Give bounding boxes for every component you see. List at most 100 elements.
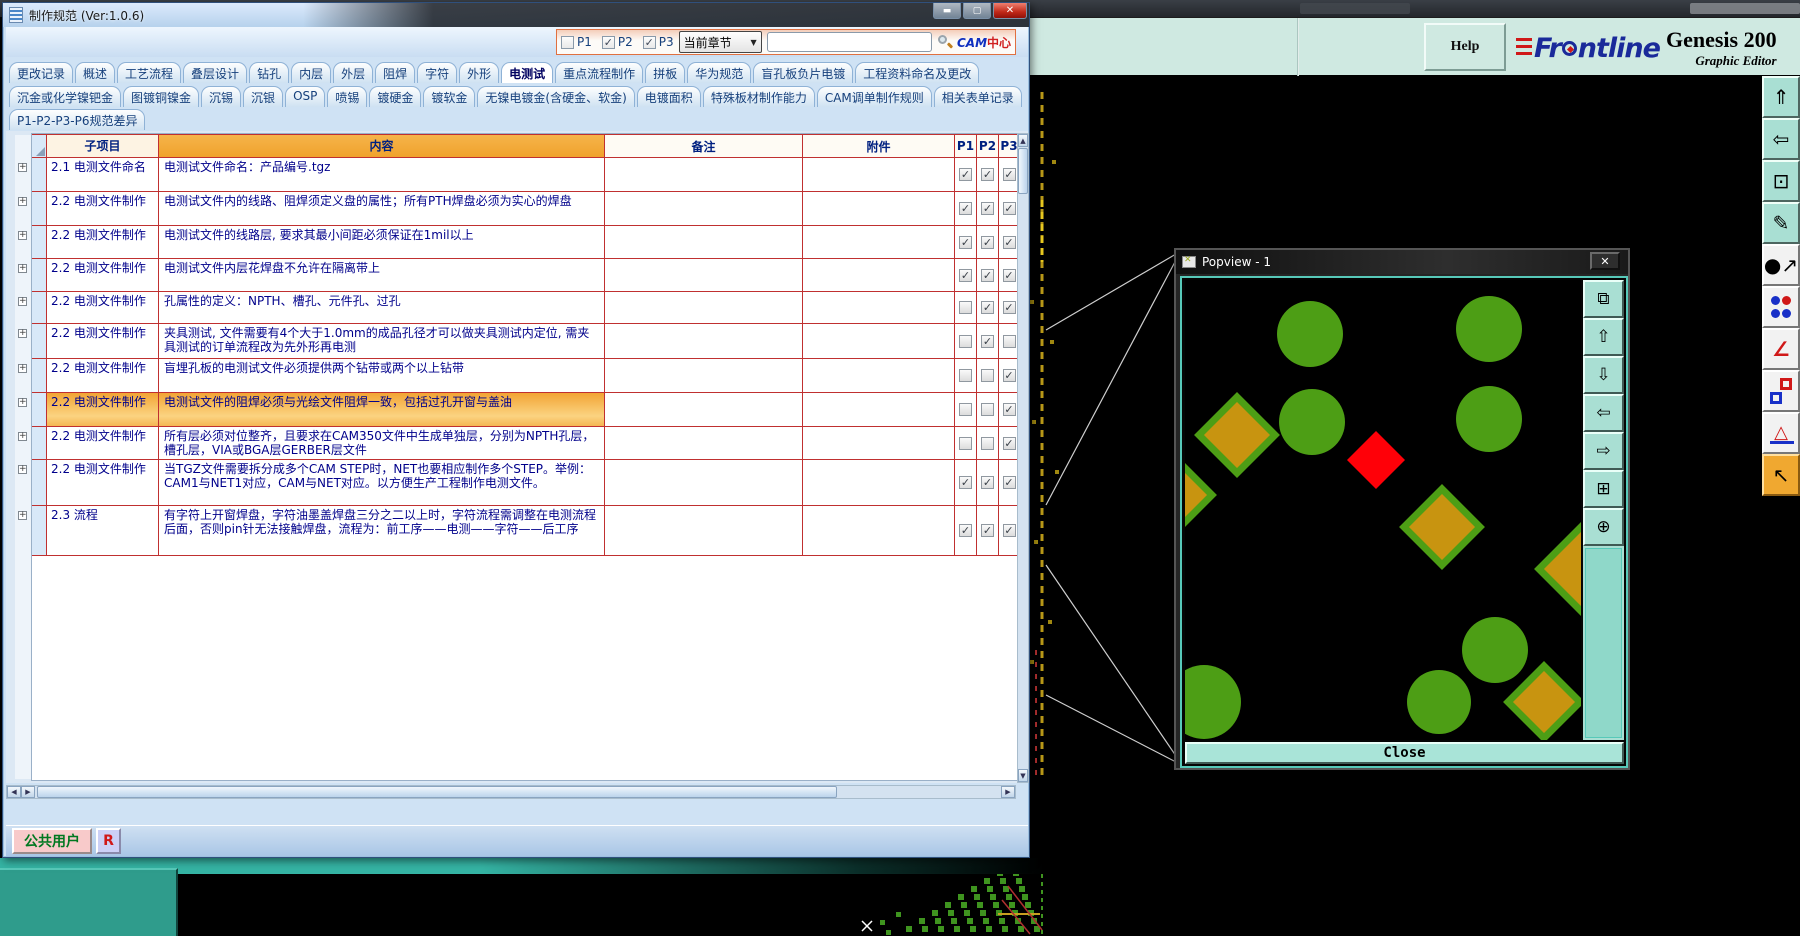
tab-P1-P2-P3-P6规范差异[interactable]: P1-P2-P3-P6规范差异 [9,109,146,130]
p3-checkbox[interactable]: ✓ [1002,369,1016,382]
zoom-expand-icon[interactable]: ⊕ [1583,508,1624,546]
p2-checkbox[interactable]: ✓ [981,334,994,348]
p1-checkbox[interactable] [561,35,574,49]
p3-checkbox[interactable]: ✓ [1002,476,1016,489]
tab-图镀铜镍金[interactable]: 图镀铜镍金 [123,86,200,107]
tree-expand-icon[interactable]: + [18,329,27,338]
scroll-down-icon[interactable]: ▼ [1018,769,1028,782]
select-cursor-icon[interactable]: ↖ [1762,454,1800,496]
p2-checkbox[interactable]: ✓ [981,476,994,489]
table-row[interactable]: 2.2 电测文件制作 孔属性的定义：NPTH、槽孔、元件孔、过孔 ✓ ✓ [32,292,1018,324]
minimize-button[interactable]: ▬ [933,3,961,19]
tree-expand-icon[interactable]: + [18,364,27,373]
tab-字符[interactable]: 字符 [417,62,458,83]
tab-沉金或化学镍钯金[interactable]: 沉金或化学镍钯金 [9,86,122,107]
p2-checkbox[interactable]: ✓ [981,235,994,249]
move-copy-icon[interactable]: ●↗ [1762,244,1800,286]
tab-特殊板材制作能力[interactable]: 特殊板材制作能力 [702,86,815,107]
zoom-fit-icon[interactable]: ⊞ [1583,470,1624,508]
public-user-button[interactable]: 公共用户 [12,828,92,854]
p3-checkbox[interactable]: ✓ [1002,436,1016,450]
p2-checkbox[interactable]: ✓ [981,268,994,282]
p2-checkbox[interactable]: ✓ [981,202,994,215]
table-row[interactable]: 2.2 电测文件制作 当TGZ文件需要拆分成多个CAM STEP时，NET也要相应… [32,460,1018,506]
p2-checkbox[interactable] [981,436,994,450]
vscroll-thumb[interactable] [1018,148,1028,194]
netlist-icon[interactable] [1762,286,1800,328]
p2-checkbox[interactable] [981,403,994,416]
search-icon[interactable] [937,34,953,50]
tree-expand-icon[interactable]: + [18,432,27,441]
tree-expand-icon[interactable]: + [18,163,27,172]
p1-checkbox[interactable]: ✓ [959,235,972,249]
tab-OSP[interactable]: OSP [285,86,326,107]
table-row[interactable]: 2.3 流程 有字符上开窗焊盘，字符油墨盖焊盘三分之二以上时，字符流程需调整在电测… [32,506,1018,556]
import-icon[interactable]: ⇦ [1762,118,1800,160]
tree-expand-icon[interactable]: + [18,231,27,240]
p1-checkbox[interactable] [959,301,972,314]
tab-电镀面积[interactable]: 电镀面积 [636,86,701,107]
paste-icon[interactable]: ⇑ [1762,76,1800,118]
search-input[interactable] [766,32,932,52]
popview-close-button[interactable]: Close [1185,742,1624,764]
p3-checkbox[interactable]: ✓ [1002,268,1016,282]
table-row[interactable]: 2.2 电测文件制作 夹具测试, 文件需要有4个大于1.0mm的成品孔径才可以做夹… [32,324,1018,359]
p1-checkbox[interactable]: ✓ [959,202,972,215]
p3-checkbox[interactable]: ✓ [1002,403,1016,416]
tree-expand-icon[interactable]: + [18,264,27,273]
tab-工艺流程[interactable]: 工艺流程 [117,62,182,83]
measure-icon[interactable]: ∠ [1762,328,1800,370]
snap-icon[interactable] [1762,370,1800,412]
tab-概述[interactable]: 概述 [75,62,116,83]
tab-电测试[interactable]: 电测试 [501,62,554,83]
tab-内层[interactable]: 内层 [291,62,332,83]
tab-相关表单记录[interactable]: 相关表单记录 [933,86,1022,107]
close-button[interactable]: ✕ [993,3,1027,19]
p3-checkbox[interactable]: ✓ [642,35,656,49]
tab-拼板[interactable]: 拼板 [645,62,686,83]
scroll-right-icon[interactable]: ▶ [1001,786,1015,798]
tab-重点流程制作[interactable]: 重点流程制作 [555,62,644,83]
p1-checkbox[interactable] [959,369,972,382]
maximize-button[interactable]: ▢ [963,3,991,19]
scroll-up-icon[interactable]: ▲ [1018,134,1028,147]
tab-外层[interactable]: 外层 [333,62,374,83]
help-button[interactable]: Help [1424,23,1506,71]
table-row[interactable]: 2.2 电测文件制作 盲埋孔板的电测试文件必须提供两个钻带或两个以上钻带 ✓ [32,359,1018,393]
vertical-scrollbar[interactable]: ▲ ▼ [1017,133,1029,783]
popview-canvas[interactable] [1185,280,1581,740]
r-button[interactable]: R [96,828,121,854]
tree-expand-icon[interactable]: + [18,297,27,306]
p1-checkbox[interactable] [959,436,972,450]
p1-checkbox[interactable] [959,334,972,348]
p1-checkbox[interactable]: ✓ [959,524,972,537]
tab-钻孔[interactable]: 钻孔 [249,62,290,83]
p3-checkbox[interactable]: ✓ [1002,235,1016,249]
pan-down-icon[interactable]: ⇩ [1583,356,1624,394]
tools-icon[interactable]: ✎ [1762,202,1800,244]
spec-titlebar[interactable]: 制作规范 (Ver:1.0.6) ▬ ▢ ✕ [3,3,1029,27]
p1-checkbox[interactable]: ✓ [959,268,972,282]
highlight-icon[interactable]: △ [1762,412,1800,454]
tree-expand-icon[interactable]: + [18,511,27,520]
tab-镀软金[interactable]: 镀软金 [423,86,476,107]
tab-外形[interactable]: 外形 [459,62,500,83]
table-row[interactable]: 2.2 电测文件制作 电测试文件内的线路、阻焊须定义盘的属性；所有PTH焊盘必须为… [32,192,1018,226]
p2-checkbox[interactable] [981,369,994,382]
popview-close-x-button[interactable]: ✕ [1590,252,1620,270]
tab-CAM调单制作规则[interactable]: CAM调单制作规则 [816,86,932,107]
p1-checkbox[interactable]: ✓ [959,168,972,181]
tab-华为规范[interactable]: 华为规范 [687,62,752,83]
p3-checkbox[interactable]: ✓ [1002,202,1016,215]
table-row[interactable]: 2.2 电测文件制作 所有层必须对位整齐，且要求在CAM350文件中生成单独层，分… [32,427,1018,460]
tab-沉锡[interactable]: 沉锡 [201,86,242,107]
p3-checkbox[interactable]: ✓ [1002,301,1016,314]
scroll-left-icon[interactable]: ◀ [7,786,21,798]
p1-checkbox[interactable] [959,403,972,416]
horizontal-scrollbar[interactable]: ◀ ▶ ▶ [6,785,1016,799]
p2-checkbox[interactable]: ✓ [981,168,994,181]
table-row[interactable]: 2.2 电测文件制作 电测试文件的阻焊必须与光绘文件阻焊一致，包括过孔开窗与盖油 ✓ [32,393,1018,427]
p2-checkbox[interactable]: ✓ [981,301,994,314]
detach-window-icon[interactable]: ⧉ [1583,280,1624,318]
tree-expand-icon[interactable]: + [18,398,27,407]
